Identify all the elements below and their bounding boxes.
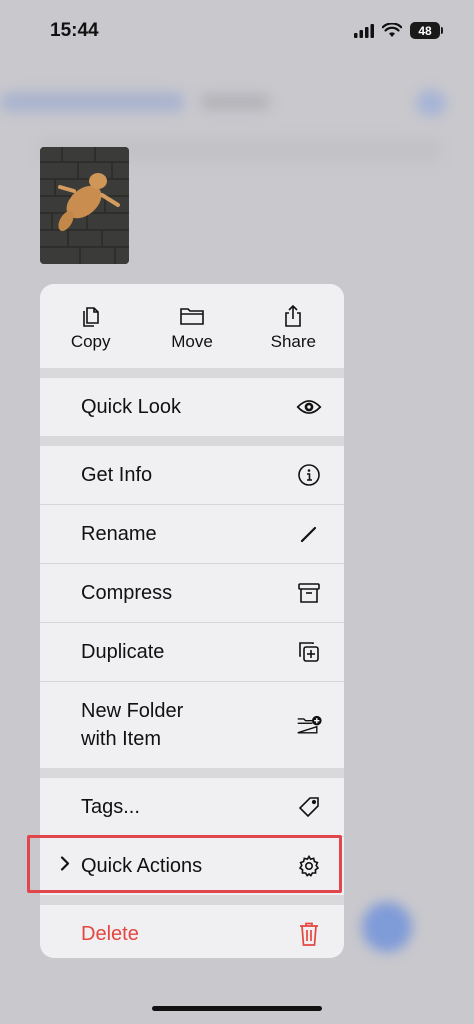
get-info-item[interactable]: Get Info xyxy=(40,446,344,504)
archive-box-icon xyxy=(296,580,322,606)
copy-label: Copy xyxy=(70,332,111,351)
rename-item[interactable]: Rename xyxy=(40,505,344,563)
tag-icon xyxy=(296,794,322,820)
top-actions-row: Copy Move Share xyxy=(40,284,344,368)
status-time: 15:44 xyxy=(50,20,99,41)
background-button xyxy=(362,902,412,952)
quick-look-label: Quick Look xyxy=(81,395,182,418)
get-info-label: Get Info xyxy=(81,463,153,486)
move-button[interactable]: Move xyxy=(141,284,242,368)
pencil-icon xyxy=(296,521,322,547)
folder-add-icon xyxy=(296,712,322,738)
quick-actions-highlight xyxy=(27,835,342,893)
section-divider xyxy=(40,368,344,378)
section-divider xyxy=(40,768,344,778)
duplicate-item[interactable]: Duplicate xyxy=(40,623,344,681)
battery-level: 48 xyxy=(418,23,432,38)
duplicate-icon xyxy=(296,639,322,665)
section-divider xyxy=(40,895,344,905)
cellular-signal-icon xyxy=(354,23,374,38)
share-label: Share xyxy=(270,332,316,351)
move-label: Move xyxy=(171,332,213,351)
duplicate-label: Duplicate xyxy=(81,640,165,663)
rename-label: Rename xyxy=(81,522,157,545)
share-button[interactable]: Share xyxy=(243,284,344,368)
home-indicator[interactable] xyxy=(152,1006,322,1011)
wifi-icon xyxy=(382,23,402,37)
file-thumbnail xyxy=(40,147,129,264)
background-navigation xyxy=(0,90,474,118)
status-bar: 15:44 48 xyxy=(0,0,474,64)
copy-icon xyxy=(80,304,102,328)
eye-icon xyxy=(296,394,322,420)
quick-look-item[interactable]: Quick Look xyxy=(40,378,344,436)
delete-label: Delete xyxy=(81,922,139,945)
compress-label: Compress xyxy=(81,581,173,604)
status-icons: 48 xyxy=(354,22,443,39)
compress-item[interactable]: Compress xyxy=(40,564,344,622)
tags-label: Tags... xyxy=(81,795,140,818)
trash-icon xyxy=(296,921,322,947)
delete-item[interactable]: Delete xyxy=(40,905,344,958)
tags-item[interactable]: Tags... xyxy=(40,778,344,836)
section-divider xyxy=(40,436,344,446)
info-icon xyxy=(296,462,322,488)
new-folder-label: New Folder with Item xyxy=(81,700,184,750)
copy-button[interactable]: Copy xyxy=(40,284,141,368)
new-folder-with-item[interactable]: New Folder with Item xyxy=(40,682,344,768)
battery-icon: 48 xyxy=(410,22,443,39)
share-icon xyxy=(283,304,303,328)
folder-icon xyxy=(179,304,205,328)
